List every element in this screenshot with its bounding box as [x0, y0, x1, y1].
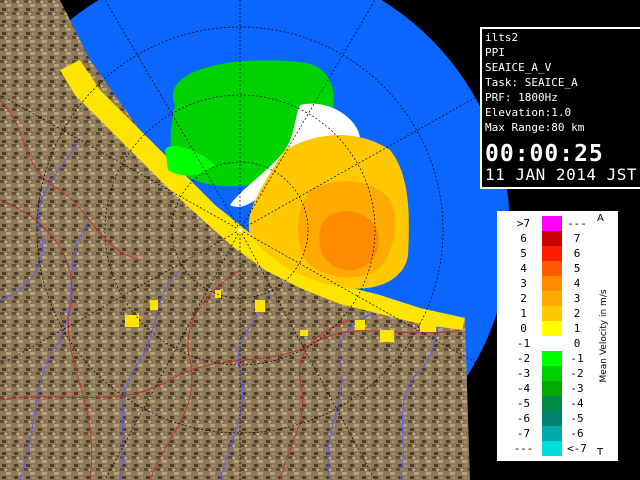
legend-upper-value: -3 — [570, 382, 584, 395]
legend-color-swatch — [542, 231, 562, 246]
legend-upper-value: --- — [567, 217, 587, 230]
info-panel: ilts2 PPI SEAICE_A_V Task: SEAICE_A PRF:… — [480, 27, 640, 189]
legend-upper-value: 2 — [573, 307, 581, 320]
legend-lower-value: 2 — [520, 292, 527, 305]
legend-lower-value: -5 — [516, 397, 531, 410]
elevation-value: Elevation:1.0 — [485, 106, 572, 119]
legend-lower-value: -3 — [516, 367, 531, 380]
legend-lower-value: >7 — [516, 217, 531, 230]
legend-color-swatch — [542, 381, 562, 396]
legend-color-swatch — [542, 261, 562, 276]
legend-color-swatch — [542, 411, 562, 426]
legend-lower-value: 5 — [520, 247, 527, 260]
legend-lower-value: -6 — [516, 412, 531, 425]
legend-lower-value: 3 — [520, 277, 527, 290]
task-name: Task: SEAICE_A — [485, 76, 578, 89]
legend-color-swatch — [542, 351, 562, 366]
legend-upper-value: -4 — [570, 397, 584, 410]
legend-lower-value: 6 — [520, 232, 527, 245]
legend-color-swatch — [542, 336, 562, 351]
legend-title: Mean Velocity in m/s — [599, 289, 609, 383]
legend-upper-value: 3 — [573, 292, 581, 305]
radar-site-marker — [238, 228, 242, 232]
prf-value: PRF: 1800Hz — [485, 91, 558, 104]
legend-color-swatch — [542, 366, 562, 381]
field-name: SEAICE_A_V — [485, 61, 552, 74]
legend-upper-value: -2 — [570, 367, 584, 380]
scan-time: 00:00:25 — [485, 141, 604, 167]
scan-date: 11 JAN 2014 JST — [485, 165, 637, 184]
legend-title-strip: A Mean Velocity in m/s T — [593, 211, 615, 461]
legend-lower-value: 0 — [520, 322, 527, 335]
station-name: ilts2 — [485, 31, 519, 44]
legend-upper-value: 1 — [573, 322, 581, 335]
legend-lower-value: -1 — [516, 337, 531, 350]
legend-color-swatch — [542, 276, 562, 291]
legend-upper-value: 6 — [573, 247, 581, 260]
legend-lower-value: 1 — [520, 307, 527, 320]
legend-lower-value: --- — [513, 442, 534, 455]
legend-upper-value: 4 — [573, 277, 581, 290]
legend-upper-value: -6 — [570, 427, 584, 440]
legend-upper-value: 5 — [573, 262, 581, 275]
legend-bottom-marker: T — [597, 447, 604, 458]
legend-color-swatch — [542, 216, 562, 231]
legend-lower-value: 4 — [520, 262, 527, 275]
legend-color-swatch — [542, 396, 562, 411]
legend-upper-value: 7 — [573, 232, 581, 245]
legend-top-marker: A — [597, 213, 604, 224]
legend-color-swatch — [542, 426, 562, 441]
legend-lower-value: -7 — [516, 427, 531, 440]
velocity-legend: >7 --- 6 7 5 6 4 5 3 4 2 3 1 2 0 1 -1 0 -2 -1 -3 -2 -4 -3 -5 -4 -6… — [497, 211, 618, 461]
legend-lower-value: -2 — [516, 352, 531, 365]
legend-color-swatch — [542, 306, 562, 321]
legend-upper-value: <-7 — [567, 442, 587, 455]
product-type: PPI — [485, 46, 505, 59]
legend-upper-value: -5 — [570, 412, 584, 425]
legend-color-swatch — [542, 321, 562, 336]
max-range-value: Max Range:80 km — [485, 121, 585, 134]
legend-upper-value: -1 — [570, 352, 584, 365]
legend-color-swatch — [542, 291, 562, 306]
legend-upper-value: 0 — [573, 337, 581, 350]
legend-color-swatch — [542, 441, 562, 456]
legend-color-swatch — [542, 246, 562, 261]
legend-lower-value: -4 — [516, 382, 531, 395]
